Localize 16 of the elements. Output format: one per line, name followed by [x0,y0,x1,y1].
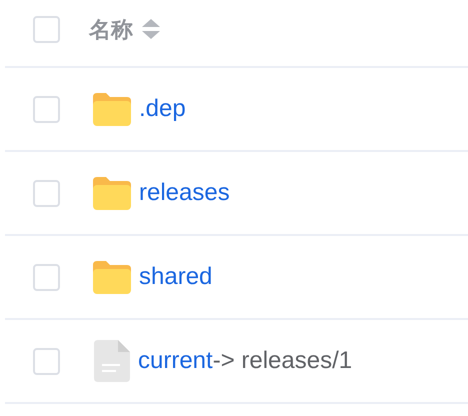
checkbox[interactable] [33,348,60,374]
checkbox[interactable] [33,16,60,42]
link-target: -> releases/1 [212,346,352,376]
sort-icon[interactable] [141,18,161,40]
file-link[interactable]: current [138,343,213,379]
folder-link[interactable]: releases [139,175,230,211]
folder-icon [93,176,131,210]
folder-link[interactable]: .dep [139,91,186,127]
checkbox[interactable] [33,180,60,206]
folder-icon [93,260,131,294]
checkbox[interactable] [33,264,60,290]
column-header[interactable]: 名称 [89,12,133,46]
document-icon [94,340,130,382]
folder-link[interactable]: shared [139,259,212,295]
checkbox[interactable] [33,96,60,122]
folder-icon [93,92,131,126]
